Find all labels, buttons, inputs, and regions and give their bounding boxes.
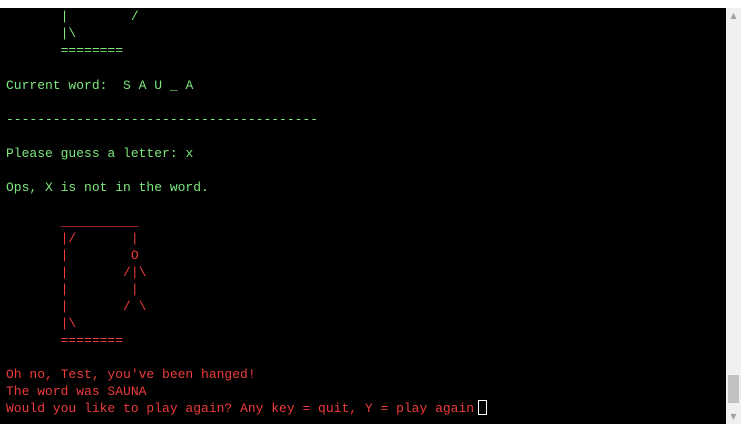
gallows-line: |\ bbox=[6, 316, 77, 331]
guess-entry: x bbox=[185, 146, 194, 161]
scroll-up-icon[interactable]: ▲ bbox=[726, 8, 741, 23]
gallows-line: |\ bbox=[6, 26, 77, 41]
current-word-label: Current word: bbox=[6, 78, 124, 93]
feedback-message: Ops, X is not in the word. bbox=[6, 180, 209, 195]
scroll-down-icon[interactable]: ▼ bbox=[726, 409, 741, 424]
gallows-line: | / bbox=[6, 9, 139, 24]
reveal-message: The word was SAUNA bbox=[6, 384, 147, 399]
gallows-line: __________ bbox=[6, 214, 139, 229]
scrollbar-thumb[interactable] bbox=[728, 375, 739, 403]
lose-message: Oh no, Test, you've been hanged! bbox=[6, 367, 256, 382]
vertical-scrollbar[interactable]: ▲ ▼ bbox=[726, 8, 741, 424]
play-again-prompt: Would you like to play again? Any key = … bbox=[6, 401, 475, 416]
gallows-line: |/ | bbox=[6, 231, 139, 246]
gallows-base: ======== bbox=[6, 333, 124, 348]
terminal-output[interactable]: | / |\ ======== Current word: S A U _ A … bbox=[0, 8, 726, 424]
current-word: S A U _ A bbox=[123, 78, 194, 93]
gallows-base: ======== bbox=[6, 43, 124, 58]
divider-line: ---------------------------------------- bbox=[6, 112, 319, 127]
gallows-line: | / \ bbox=[6, 299, 147, 314]
current-word-line: Current word: S A U _ A bbox=[6, 77, 193, 94]
gallows-line: | O bbox=[6, 248, 139, 263]
play-again-line: Would you like to play again? Any key = … bbox=[6, 400, 488, 417]
text-cursor[interactable] bbox=[478, 400, 488, 415]
gallows-line: | | bbox=[6, 282, 139, 297]
gallows-line: | /|\ bbox=[6, 265, 147, 280]
guess-prompt-line: Please guess a letter: x bbox=[6, 145, 193, 162]
guess-prompt: Please guess a letter: bbox=[6, 146, 186, 161]
